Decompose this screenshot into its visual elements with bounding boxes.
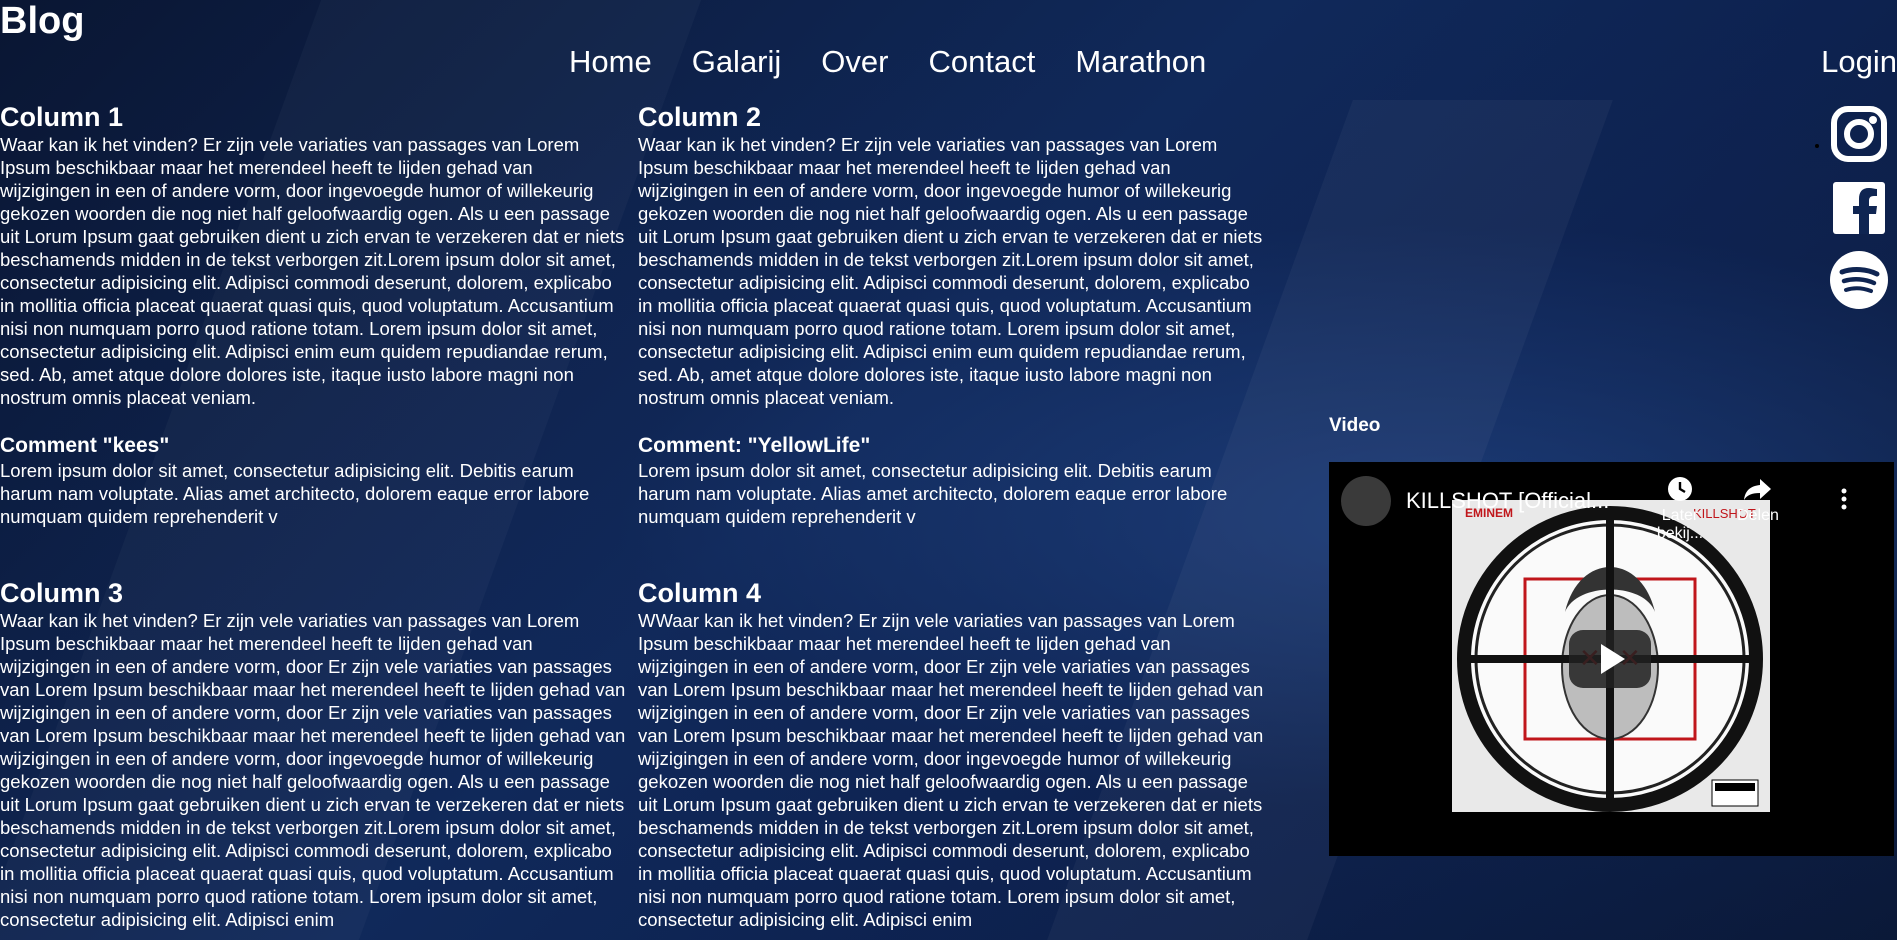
nav-marathon[interactable]: Marathon xyxy=(1075,42,1206,82)
column-text: Waar kan ik het vinden? Er zijn vele var… xyxy=(0,610,626,930)
facebook-icon[interactable] xyxy=(1829,178,1889,238)
column-3: Column 3 Waar kan ik het vinden? Er zijn… xyxy=(0,577,628,931)
share-button[interactable]: Delen xyxy=(1733,476,1783,525)
column-text: Waar kan ik het vinden? Er zijn vele var… xyxy=(638,134,1263,408)
instagram-icon[interactable] xyxy=(1829,104,1889,164)
nav-galarij[interactable]: Galarij xyxy=(692,42,782,82)
watch-later-label: Later bekij... xyxy=(1656,507,1704,542)
video-thumbnail: ✕ ✕ xyxy=(1452,500,1770,812)
spotify-icon[interactable] xyxy=(1829,250,1889,310)
login-link[interactable]: Login xyxy=(1821,42,1897,82)
comment-title: Comment: "YellowLife" xyxy=(638,434,871,457)
comment-text: Lorem ipsum dolor sit amet, consectetur … xyxy=(0,460,590,527)
site-title[interactable]: Blog xyxy=(0,0,84,42)
column-2: Column 2 Waar kan ik het vinden? Er zijn… xyxy=(638,101,1266,528)
share-icon xyxy=(1744,479,1771,500)
video-heading: Video xyxy=(1329,415,1381,436)
column-title: Column 2 xyxy=(638,102,762,132)
column-text: Waar kan ik het vinden? Er zijn vele var… xyxy=(0,134,625,408)
share-label: Delen xyxy=(1737,507,1779,524)
main-nav: Home Galarij Over Contact Marathon xyxy=(569,42,1246,82)
clock-icon xyxy=(1668,477,1692,501)
decorative-dot xyxy=(1815,144,1819,148)
column-title: Column 1 xyxy=(0,102,124,132)
column-title: Column 4 xyxy=(638,578,762,608)
more-options-icon[interactable] xyxy=(1839,488,1849,515)
channel-avatar[interactable] xyxy=(1341,476,1391,526)
video-title[interactable]: KILLSHOT [Official... xyxy=(1406,488,1609,514)
comment-text: Lorem ipsum dolor sit amet, consectetur … xyxy=(638,460,1228,527)
column-1: Column 1 Waar kan ik het vinden? Er zijn… xyxy=(0,101,628,528)
nav-home[interactable]: Home xyxy=(569,42,652,82)
watch-later-button[interactable]: Later bekij... xyxy=(1645,476,1715,543)
column-4: Column 4 WWaar kan ik het vinden? Er zij… xyxy=(638,577,1266,931)
video-embed[interactable]: ✕ ✕ EMINEM KILLSHOT KILLSHOT [Official..… xyxy=(1329,462,1894,856)
column-text: WWaar kan ik het vinden? Er zijn vele va… xyxy=(638,610,1264,930)
nav-contact[interactable]: Contact xyxy=(928,42,1035,82)
column-title: Column 3 xyxy=(0,578,124,608)
comment-title: Comment "kees" xyxy=(0,434,170,457)
nav-over[interactable]: Over xyxy=(821,42,888,82)
